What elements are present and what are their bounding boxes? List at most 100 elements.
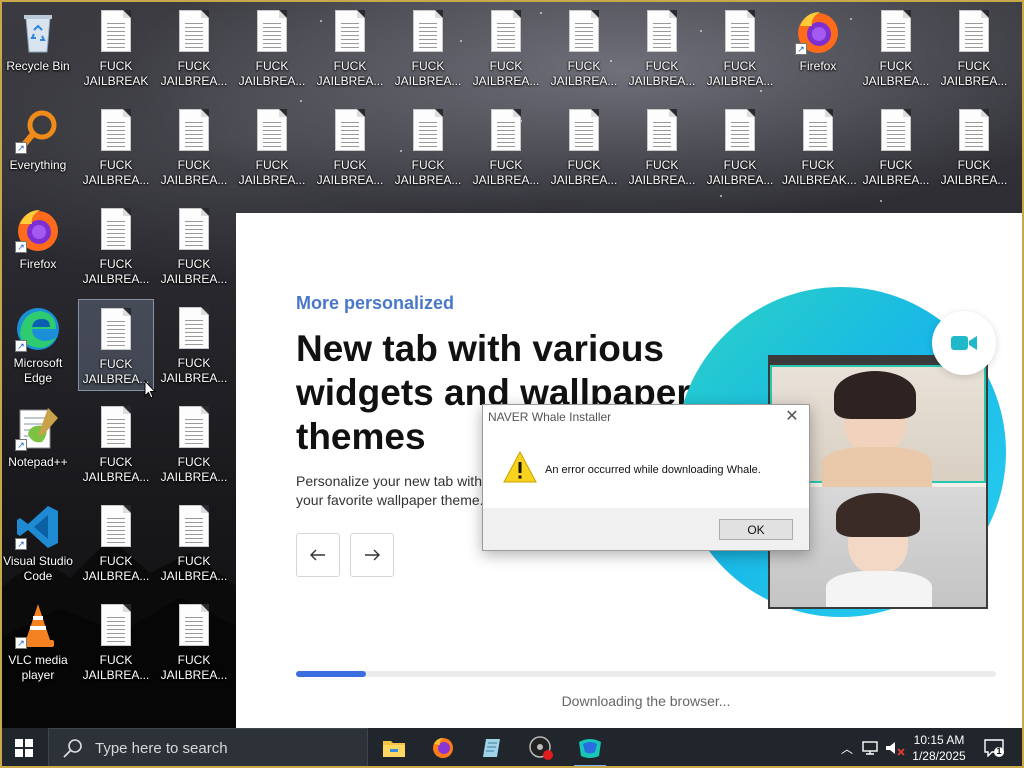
text-document-icon bbox=[179, 109, 209, 151]
dialog-message: An error occurred while downloading Whal… bbox=[545, 464, 761, 476]
desktop-icon-f-12-0[interactable]: FUCK JAILBREA... bbox=[936, 2, 1012, 94]
desktop-icon-f-4-0[interactable]: FUCK JAILBREA... bbox=[312, 2, 388, 94]
desktop-icon-label: FUCK JAILBREA... bbox=[160, 158, 228, 187]
desktop-icon-f-1-3[interactable]: FUCK JAILBREA... bbox=[78, 299, 154, 391]
desktop-icon-f-2-4[interactable]: FUCK JAILBREA... bbox=[156, 398, 232, 490]
desktop-icon-f-7-1[interactable]: FUCK JAILBREA... bbox=[546, 101, 622, 193]
clock-date: 1/28/2025 bbox=[912, 749, 966, 763]
desktop-icon-label: FUCK JAILBREA... bbox=[82, 653, 150, 682]
desktop-icon-f-5-0[interactable]: FUCK JAILBREA... bbox=[390, 2, 466, 94]
text-document-icon bbox=[725, 109, 755, 151]
desktop-icon-f-9-1[interactable]: FUCK JAILBREA... bbox=[702, 101, 778, 193]
icon-graphic: ↗ bbox=[14, 602, 62, 650]
chevron-up-icon[interactable]: ︿ bbox=[838, 740, 856, 757]
desktop-icon-f-9-0[interactable]: FUCK JAILBREA... bbox=[702, 2, 778, 94]
desktop-icon-f-7-0[interactable]: FUCK JAILBREA... bbox=[546, 2, 622, 94]
shoulders-illustration bbox=[822, 447, 932, 487]
desktop-icon-f-8-0[interactable]: FUCK JAILBREA... bbox=[624, 2, 700, 94]
search-icon bbox=[63, 739, 82, 758]
desktop-icon-f-8-1[interactable]: FUCK JAILBREA... bbox=[624, 101, 700, 193]
icon-graphic bbox=[872, 107, 920, 155]
desktop-icon-label: FUCK JAILBREA... bbox=[628, 59, 696, 88]
error-dialog: NAVER Whale Installer ✕ An error occurre… bbox=[482, 404, 810, 551]
desktop-icon-notepadpp[interactable]: ↗ Notepad++ bbox=[0, 398, 76, 490]
icon-graphic bbox=[170, 206, 218, 254]
text-document-icon bbox=[101, 604, 131, 646]
desktop-icon-f-1-2[interactable]: FUCK JAILBREA... bbox=[78, 200, 154, 292]
taskbar-file-explorer[interactable] bbox=[370, 728, 418, 768]
desktop-icon-label: FUCK JAILBREA... bbox=[316, 158, 384, 187]
desktop-icon-f-12-1[interactable]: FUCK JAILBREA... bbox=[936, 101, 1012, 193]
desktop-icon-f-2-3[interactable]: FUCK JAILBREA... bbox=[156, 299, 232, 391]
desktop-icon-f-2-2[interactable]: FUCK JAILBREA... bbox=[156, 200, 232, 292]
desktop-icon-label: Firefox bbox=[799, 59, 837, 73]
desktop-icon-firefox1[interactable]: ↗ Firefox bbox=[0, 200, 76, 292]
desktop-icon-f-10-1[interactable]: FUCK JAILBREAK... bbox=[780, 101, 857, 193]
desktop-icon-f-4-1[interactable]: FUCK JAILBREA... bbox=[312, 101, 388, 193]
previous-slide-button[interactable] bbox=[296, 533, 340, 577]
desktop-icon-f-1-6[interactable]: FUCK JAILBREA... bbox=[78, 596, 154, 688]
taskbar-firefox[interactable] bbox=[419, 728, 467, 768]
desktop-icon-f-1-5[interactable]: FUCK JAILBREA... bbox=[78, 497, 154, 589]
desktop-icon-label: FUCK JAILBREA... bbox=[82, 158, 150, 187]
taskbar-search-box[interactable]: Type here to search bbox=[48, 728, 368, 768]
desktop-icon-f-2-1[interactable]: FUCK JAILBREA... bbox=[156, 101, 232, 193]
next-slide-button[interactable] bbox=[350, 533, 394, 577]
text-document-icon bbox=[725, 10, 755, 52]
start-button[interactable] bbox=[0, 728, 48, 768]
dialog-close-button[interactable]: ✕ bbox=[781, 407, 803, 427]
desktop-icon-f-6-1[interactable]: FUCK JAILBREA... bbox=[468, 101, 544, 193]
taskbar-clock[interactable]: 10:15 AM 1/28/2025 bbox=[904, 732, 974, 764]
desktop-icon-firefox2[interactable]: ↗ Firefox bbox=[780, 2, 856, 94]
desktop-icon-recycle[interactable]: Recycle Bin bbox=[0, 2, 76, 94]
icon-graphic bbox=[482, 107, 530, 155]
desktop-icon-label: FUCK JAILBREA... bbox=[550, 59, 618, 88]
desktop-icon-f-2-6[interactable]: FUCK JAILBREA... bbox=[156, 596, 232, 688]
desktop-icon-label: Recycle Bin bbox=[6, 59, 70, 73]
video-camera-badge bbox=[932, 311, 996, 375]
whale-icon bbox=[579, 739, 601, 758]
icon-graphic bbox=[326, 8, 374, 56]
desktop-icon-edge[interactable]: ↗ Microsoft Edge bbox=[0, 299, 76, 391]
notification-count: 1 bbox=[996, 746, 1002, 756]
desktop-icon-f-1-1[interactable]: FUCK JAILBREA... bbox=[78, 101, 154, 193]
desktop-icon-f-2-5[interactable]: FUCK JAILBREA... bbox=[156, 497, 232, 589]
desktop-icon-everything[interactable]: ↗ Everything bbox=[0, 101, 76, 193]
desktop-icon-vscode[interactable]: ↗ Visual Studio Code bbox=[0, 497, 76, 589]
text-document-icon bbox=[413, 10, 443, 52]
desktop-icon-f-2-0[interactable]: FUCK JAILBREA... bbox=[156, 2, 232, 94]
text-document-icon bbox=[959, 10, 989, 52]
icon-graphic bbox=[638, 8, 686, 56]
desktop-icon-f-1-4[interactable]: FUCK JAILBREA... bbox=[78, 398, 154, 490]
desktop-icon-f-5-1[interactable]: FUCK JAILBREA... bbox=[390, 101, 466, 193]
icon-graphic bbox=[560, 107, 608, 155]
ok-button[interactable]: OK bbox=[719, 519, 793, 540]
desktop-icon-f-11-1[interactable]: FUCK JAILBREA... bbox=[858, 101, 934, 193]
notification-center-button[interactable]: 1 bbox=[982, 728, 1006, 768]
installer-kicker: More personalized bbox=[296, 293, 455, 313]
icon-graphic bbox=[92, 306, 140, 354]
desktop-icon-label: FUCK JAILBREA... bbox=[160, 356, 228, 385]
close-icon: ✕ bbox=[785, 408, 799, 425]
icon-graphic bbox=[794, 107, 842, 155]
desktop-icon-f-3-1[interactable]: FUCK JAILBREA... bbox=[234, 101, 310, 193]
taskbar-media-app[interactable] bbox=[517, 728, 565, 768]
desktop-icon-f-3-0[interactable]: FUCK JAILBREA... bbox=[234, 2, 310, 94]
desktop-icon-f-6-0[interactable]: FUCK JAILBREA... bbox=[468, 2, 544, 94]
desktop-icon-f-11-0[interactable]: FUCK JAILBREA... bbox=[858, 2, 934, 94]
desktop-icon-label: FUCK JAILBREA... bbox=[550, 158, 618, 187]
desktop-icon-label: FUCK JAILBREA... bbox=[316, 59, 384, 88]
shortcut-arrow-icon: ↗ bbox=[15, 439, 27, 451]
volume-muted-icon[interactable] bbox=[884, 740, 906, 756]
taskbar-notepad-app[interactable] bbox=[468, 728, 516, 768]
desktop-icon-f-1-0[interactable]: FUCK JAILBREAK bbox=[78, 2, 154, 94]
desktop-icon-vlc[interactable]: ↗ VLC media player bbox=[0, 596, 76, 688]
taskbar-whale-installer[interactable] bbox=[566, 728, 614, 768]
network-icon[interactable] bbox=[860, 740, 880, 756]
warning-icon bbox=[503, 451, 537, 483]
desktop-icon-label: FUCK JAILBREA... bbox=[160, 257, 228, 286]
desktop-icon-label: FUCK JAILBREA... bbox=[82, 554, 150, 583]
desktop-icon-label: FUCK JAILBREA... bbox=[160, 455, 228, 484]
icon-graphic bbox=[248, 107, 296, 155]
icon-graphic bbox=[950, 107, 998, 155]
